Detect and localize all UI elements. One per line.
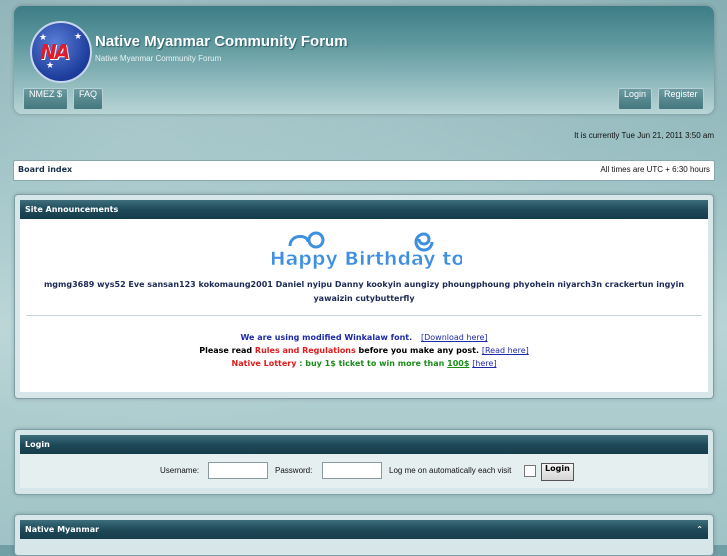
username-input[interactable]: [208, 462, 268, 479]
current-time: It is currently Tue Jun 21, 2011 3:50 am: [574, 131, 714, 140]
login-form: Username: Password: Log me on automatica…: [20, 458, 708, 484]
timezone-text: All times are UTC + 6:30 hours: [600, 165, 710, 174]
font-download-link[interactable]: [Download here]: [421, 333, 488, 342]
font-note-text: We are using modified Winkalaw font.: [240, 333, 413, 342]
login-title: Login: [25, 440, 50, 449]
lottery-here-link[interactable]: [here]: [472, 359, 496, 368]
lottery-amount-link[interactable]: 100$: [447, 359, 469, 368]
login-header: Login: [20, 435, 708, 454]
rules-notice: Please read Rules and Regulations before…: [20, 344, 708, 357]
logo-lettering: NA: [40, 40, 70, 64]
login-panel: Login Username: Password: Log me on auto…: [14, 429, 714, 495]
announcements-title: Site Announcements: [25, 205, 119, 214]
rules-suffix: before you make any post.: [355, 346, 480, 355]
rules-read-link[interactable]: [Read here]: [482, 346, 529, 355]
lottery-label: Native Lottery: [231, 359, 297, 368]
font-notice: We are using modified Winkalaw font. [Do…: [20, 331, 708, 344]
announcements-body: Happy Birthday to mgmg3689 wys52 Eve san…: [20, 219, 708, 392]
breadcrumb-bar: Board index All times are UTC + 6:30 hou…: [13, 160, 715, 181]
username-label: Username:: [160, 466, 200, 475]
lottery-notice: Native Lottery : buy 1$ ticket to win mo…: [20, 357, 708, 370]
login-submit-button[interactable]: Login: [541, 463, 574, 481]
lottery-text: : buy 1$ ticket to win more than: [296, 359, 448, 368]
announcement-divider: [26, 315, 702, 316]
board-index-link[interactable]: Board index: [18, 165, 72, 174]
happy-birthday-banner: Happy Birthday to: [272, 231, 462, 270]
birthday-swirl-icon: [288, 235, 310, 247]
nav-faq-button[interactable]: FAQ: [73, 88, 104, 110]
site-logo[interactable]: ★ ★ ★ NA: [30, 21, 92, 83]
remember-checkbox[interactable]: [524, 465, 536, 477]
announcements-panel: Site Announcements Happy Birthday to mgm…: [14, 194, 714, 399]
category-header: Native Myanmar ⌃: [20, 520, 708, 539]
nav-login-button[interactable]: Login: [618, 88, 653, 110]
site-title[interactable]: Native Myanmar Community Forum: [95, 33, 348, 50]
announcements-header: Site Announcements: [20, 200, 708, 219]
logo-star-icon: ★: [74, 32, 83, 42]
category-panel: Native Myanmar ⌃: [14, 514, 714, 556]
login-body: Username: Password: Log me on automatica…: [20, 454, 708, 488]
nav-register-button[interactable]: Register: [658, 88, 704, 110]
site-header: ★ ★ ★ NA Native Myanmar Community Forum …: [14, 6, 714, 114]
password-label: Password:: [275, 466, 313, 475]
site-description: Native Myanmar Community Forum: [95, 54, 222, 63]
rules-link[interactable]: Rules and Regulations: [255, 346, 356, 355]
password-input[interactable]: [322, 462, 382, 479]
rules-prefix: Please read: [199, 346, 255, 355]
remember-label: Log me on automatically each visit: [389, 466, 512, 475]
nav-bar: NMEZ $ FAQ Login Register: [19, 88, 709, 112]
collapse-chevron-icon[interactable]: ⌃: [696, 525, 703, 534]
birthday-users-line2[interactable]: yawaizin cutybutterfly: [20, 292, 708, 306]
category-title[interactable]: Native Myanmar: [25, 525, 99, 534]
birthday-banner-text: Happy Birthday to: [272, 248, 462, 270]
nav-nmez-button[interactable]: NMEZ $: [23, 88, 69, 110]
birthday-users-line1[interactable]: mgmg3689 wys52 Eve sansan123 kokomaung20…: [20, 278, 708, 292]
